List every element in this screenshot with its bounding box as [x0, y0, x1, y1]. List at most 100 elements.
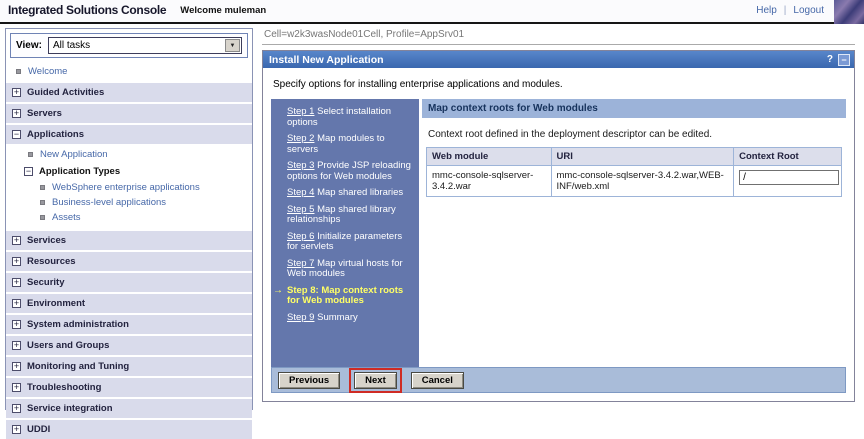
step-7-link[interactable]: Step 7: [287, 258, 314, 269]
column-header-uri: URI: [550, 147, 735, 166]
wizard-step-4: Step 4 Map shared libraries: [287, 187, 404, 198]
sidebar-section-environment[interactable]: + Environment: [6, 292, 252, 313]
cancel-button[interactable]: Cancel: [410, 371, 464, 389]
sidebar-item-websphere-enterprise-applications[interactable]: WebSphere enterprise applications: [6, 180, 252, 195]
portlet-help-icon[interactable]: ?: [827, 54, 833, 65]
expand-icon[interactable]: +: [12, 425, 21, 434]
wizard-step-7: Step 7 Map virtual hosts for Web modules: [287, 257, 403, 279]
expand-icon[interactable]: +: [12, 341, 21, 350]
bullet-icon: [40, 200, 45, 205]
sidebar-item-assets[interactable]: Assets: [6, 210, 252, 225]
annotation-highlight-box: Next: [349, 367, 402, 393]
previous-button[interactable]: Previous: [278, 371, 341, 389]
uri-cell: mmc-console-sqlserver-3.4.2.war,WEB-INF/…: [550, 165, 735, 197]
wizard-step-5: Step 5 Map shared library relationships: [287, 203, 396, 225]
step-1-link[interactable]: Step 1: [287, 106, 314, 117]
bullet-icon: [40, 185, 45, 190]
step-4-link[interactable]: Step 4: [287, 187, 314, 198]
bullet-icon: [40, 215, 45, 220]
sidebar-section-service-integration[interactable]: + Service integration: [6, 397, 252, 418]
wizard-button-bar: Previous Next Cancel: [271, 367, 846, 393]
wizard-step-1: Step 1 Select installation options: [287, 106, 392, 128]
sidebar-item-business-level-applications[interactable]: Business-level applications: [6, 195, 252, 210]
sidebar-section-security[interactable]: + Security: [6, 271, 252, 292]
header-divider: |: [783, 4, 787, 16]
brand-banner-image: [834, 0, 864, 24]
welcome-user-text: Welcome muleman: [180, 4, 267, 16]
expand-icon[interactable]: +: [12, 362, 21, 371]
app-title: Integrated Solutions Console: [8, 3, 167, 17]
portlet-body: Specify options for installing enterpris…: [263, 68, 854, 401]
wizard: Step 1 Select installation options Step …: [271, 99, 846, 393]
sidebar-section-applications[interactable]: − Applications: [6, 123, 252, 144]
sidebar-section-resources[interactable]: + Resources: [6, 250, 252, 271]
applications-children: New Application − Application Types WebS…: [6, 144, 252, 229]
expand-icon[interactable]: +: [12, 320, 21, 329]
wizard-content-pane: Map context roots for Web modules Contex…: [422, 99, 846, 367]
sidebar-section-uddi[interactable]: + UDDI: [6, 418, 252, 439]
expand-icon[interactable]: +: [12, 278, 21, 287]
wizard-step-3: Step 3 Provide JSP reloading options for…: [287, 160, 411, 182]
help-link[interactable]: Help: [756, 5, 777, 16]
expand-icon[interactable]: +: [12, 257, 21, 266]
view-label: View:: [16, 40, 42, 51]
install-new-application-portlet: Install New Application ? − Specify opti…: [262, 50, 855, 402]
step-9-link[interactable]: Step 9: [287, 312, 314, 323]
next-button[interactable]: Next: [354, 371, 397, 389]
breadcrumb: Cell=w2k3wasNode01Cell, Profile=AppSrv01: [262, 27, 855, 45]
portlet-title-bar: Install New Application ? −: [263, 51, 854, 68]
view-select[interactable]: All tasks ▼: [47, 37, 242, 54]
expand-icon[interactable]: +: [12, 299, 21, 308]
sidebar-section-system-administration[interactable]: + System administration: [6, 313, 252, 334]
logout-link[interactable]: Logout: [793, 5, 824, 16]
wizard-step-9: Step 9 Summary: [287, 311, 358, 323]
bullet-icon: [28, 152, 33, 157]
context-root-cell: [733, 165, 842, 197]
step-content-header: Map context roots for Web modules: [422, 99, 846, 118]
sidebar-section-monitoring-and-tuning[interactable]: + Monitoring and Tuning: [6, 355, 252, 376]
sidebar-item-new-application[interactable]: New Application: [6, 146, 252, 163]
current-step-arrow-icon: →: [273, 284, 283, 296]
wizard-step-6: Step 6 Initialize parameters for servlet…: [287, 230, 403, 252]
context-root-input[interactable]: [739, 170, 840, 185]
step-6-link[interactable]: Step 6: [287, 231, 314, 242]
expand-icon[interactable]: +: [12, 383, 21, 392]
step-5-link[interactable]: Step 5: [287, 204, 314, 215]
portlet-minimize-icon[interactable]: −: [838, 53, 850, 66]
sidebar-item-welcome[interactable]: Welcome: [6, 62, 252, 81]
sidebar-section-application-types[interactable]: − Application Types: [6, 163, 252, 180]
navigation-sidebar: View: All tasks ▼ Welcome + Guided Activ…: [5, 28, 253, 439]
bullet-icon: [16, 69, 21, 74]
collapse-icon[interactable]: −: [12, 130, 21, 139]
sidebar-section-troubleshooting[interactable]: + Troubleshooting: [6, 376, 252, 397]
wizard-step-2: Step 2 Map modules to servers: [287, 133, 385, 155]
table-row: mmc-console-sqlserver-3.4.2.war mmc-cons…: [426, 165, 842, 197]
step-2-link[interactable]: Step 2: [287, 133, 314, 144]
sidebar-section-guided-activities[interactable]: + Guided Activities: [6, 81, 252, 102]
expand-icon[interactable]: +: [12, 236, 21, 245]
step-description: Context root defined in the deployment d…: [428, 129, 713, 140]
chevron-down-icon[interactable]: ▼: [225, 39, 240, 52]
sidebar-item-welcome-label: Welcome: [28, 66, 68, 77]
step-content-area: Context root defined in the deployment d…: [422, 121, 846, 367]
wizard-steps-panel: Step 1 Select installation options Step …: [271, 99, 419, 367]
step-3-link[interactable]: Step 3: [287, 160, 314, 171]
main-content: Cell=w2k3wasNode01Cell, Profile=AppSrv01…: [262, 27, 855, 402]
expand-icon[interactable]: +: [12, 88, 21, 97]
portlet-title: Install New Application: [269, 53, 384, 66]
collapse-icon[interactable]: −: [24, 167, 33, 176]
web-module-cell: mmc-console-sqlserver-3.4.2.war: [426, 165, 552, 197]
expand-icon[interactable]: +: [12, 109, 21, 118]
expand-icon[interactable]: +: [12, 404, 21, 413]
view-filter-bar: View: All tasks ▼: [10, 33, 248, 58]
column-header-context-root: Context Root: [733, 147, 842, 166]
context-roots-table: Web module URI Context Root mmc-console-…: [426, 147, 842, 197]
sidebar-section-users-and-groups[interactable]: + Users and Groups: [6, 334, 252, 355]
table-header-row: Web module URI Context Root: [426, 147, 842, 166]
sidebar-section-servers[interactable]: + Servers: [6, 102, 252, 123]
top-banner: Integrated Solutions Console Welcome mul…: [0, 0, 864, 24]
wizard-step-8-current: → Step 8: Map context roots for Web modu…: [273, 284, 404, 306]
column-header-web-module: Web module: [426, 147, 552, 166]
sidebar-section-services[interactable]: + Services: [6, 229, 252, 250]
wizard-intro-text: Specify options for installing enterpris…: [273, 79, 563, 90]
